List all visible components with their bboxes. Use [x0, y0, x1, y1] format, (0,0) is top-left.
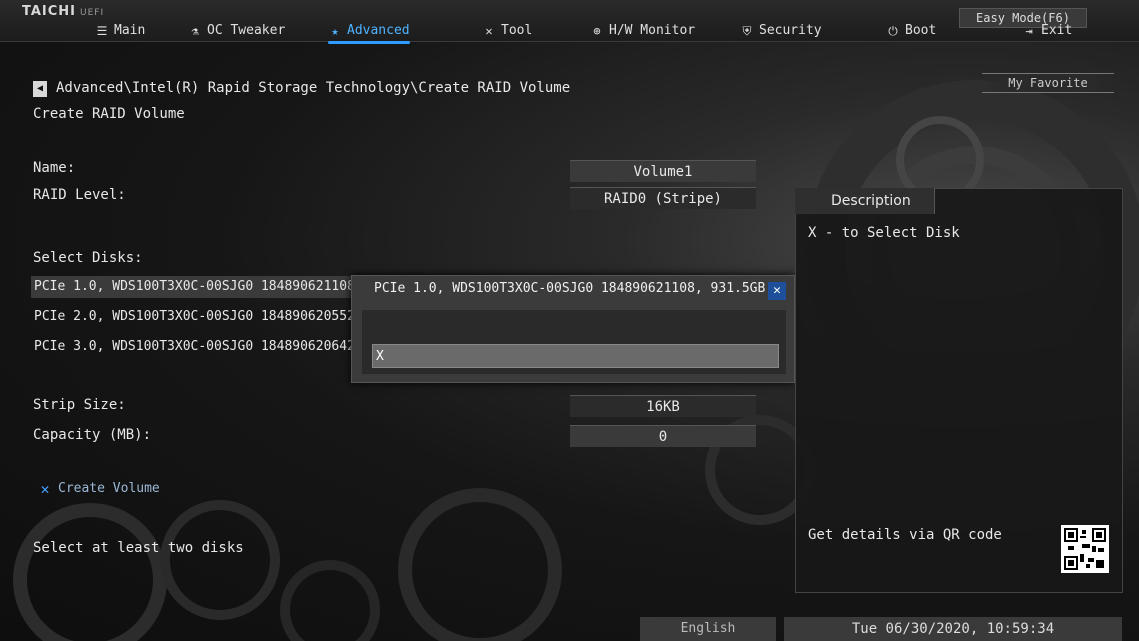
monitor-icon: ⊕	[593, 24, 601, 38]
tab-label: Boot	[905, 23, 937, 38]
close-icon[interactable]: ✕	[768, 282, 786, 300]
strip-size-select[interactable]: 16KB	[570, 395, 756, 417]
power-icon: ⏻	[888, 24, 898, 38]
disk-select-popup: PCIe 1.0, WDS100T3X0C-00SJG0 18489062110…	[351, 275, 795, 383]
page-title: Create RAID Volume	[33, 106, 185, 122]
brand-logo: TAICHI UEFI	[22, 4, 104, 19]
tab-label: H/W Monitor	[609, 23, 696, 38]
qr-caption: Get details via QR code	[808, 527, 1002, 543]
disk-item-3[interactable]: PCIe 3.0, WDS100T3X0C-00SJG0 18489062064…	[31, 336, 361, 358]
brand-suffix: UEFI	[80, 8, 105, 18]
tab-hw-monitor[interactable]: ⊕ H/W Monitor	[590, 20, 695, 42]
popup-option-x[interactable]: X	[372, 344, 779, 368]
tab-label: OC Tweaker	[207, 23, 286, 38]
language-button[interactable]: English	[640, 617, 776, 641]
tab-boot[interactable]: ⏻ Boot	[886, 20, 936, 42]
breadcrumb: Advanced\Intel(R) Rapid Storage Technolo…	[56, 80, 571, 96]
disk-item-2[interactable]: PCIe 2.0, WDS100T3X0C-00SJG0 18489062055…	[31, 306, 361, 328]
tab-oc-tweaker[interactable]: ⚗ OC Tweaker	[188, 20, 285, 42]
flask-icon: ⚗	[191, 24, 199, 38]
create-volume-label: Create Volume	[58, 481, 160, 496]
exit-icon: ⇥	[1025, 24, 1033, 38]
tools-icon: ✕	[40, 479, 50, 498]
strip-size-label: Strip Size:	[33, 397, 126, 413]
tools-icon: ✕	[485, 24, 493, 38]
tab-main[interactable]: ☰ Main	[95, 20, 146, 42]
description-header: Description	[795, 188, 935, 214]
capacity-label: Capacity (MB):	[33, 427, 152, 443]
capacity-field[interactable]: 0	[570, 425, 756, 447]
my-favorite-button[interactable]: My Favorite	[982, 73, 1114, 93]
disk-item-1[interactable]: PCIe 1.0, WDS100T3X0C-00SJG0 18489062110…	[31, 276, 361, 298]
popup-title: PCIe 1.0, WDS100T3X0C-00SJG0 18489062110…	[374, 281, 766, 296]
tab-tool[interactable]: ✕ Tool	[482, 20, 532, 42]
create-volume-button[interactable]: ✕ Create Volume	[38, 479, 160, 498]
tab-label: Advanced	[347, 23, 410, 38]
brand-name: TAICHI	[22, 4, 77, 19]
main-nav: ☰ Main ⚗ OC Tweaker ★ Advanced ✕ Tool ⊕ …	[0, 20, 1139, 44]
raid-level-select[interactable]: RAID0 (Stripe)	[570, 187, 756, 209]
qr-code	[1061, 525, 1109, 573]
star-icon: ★	[331, 24, 339, 38]
description-text: X - to Select Disk	[808, 225, 960, 241]
back-button[interactable]: ◀	[33, 81, 47, 97]
select-disks-label: Select Disks:	[33, 250, 143, 266]
datetime-display: Tue 06/30/2020, 10:59:34	[784, 617, 1122, 641]
qr-code-icon	[1064, 528, 1106, 570]
tab-exit[interactable]: ⇥ Exit	[1022, 20, 1072, 42]
status-message: Select at least two disks	[33, 540, 244, 556]
list-icon: ☰	[96, 24, 108, 38]
tab-advanced[interactable]: ★ Advanced	[328, 20, 410, 44]
tab-label: Tool	[501, 23, 533, 38]
raid-level-label: RAID Level:	[33, 187, 126, 203]
tab-label: Security	[759, 23, 822, 38]
name-field[interactable]: Volume1	[570, 160, 756, 182]
tab-label: Exit	[1041, 23, 1073, 38]
tab-security[interactable]: ⛨ Security	[740, 20, 822, 42]
name-label: Name:	[33, 160, 76, 176]
shield-icon: ⛨	[742, 24, 752, 38]
tab-label: Main	[114, 23, 146, 38]
